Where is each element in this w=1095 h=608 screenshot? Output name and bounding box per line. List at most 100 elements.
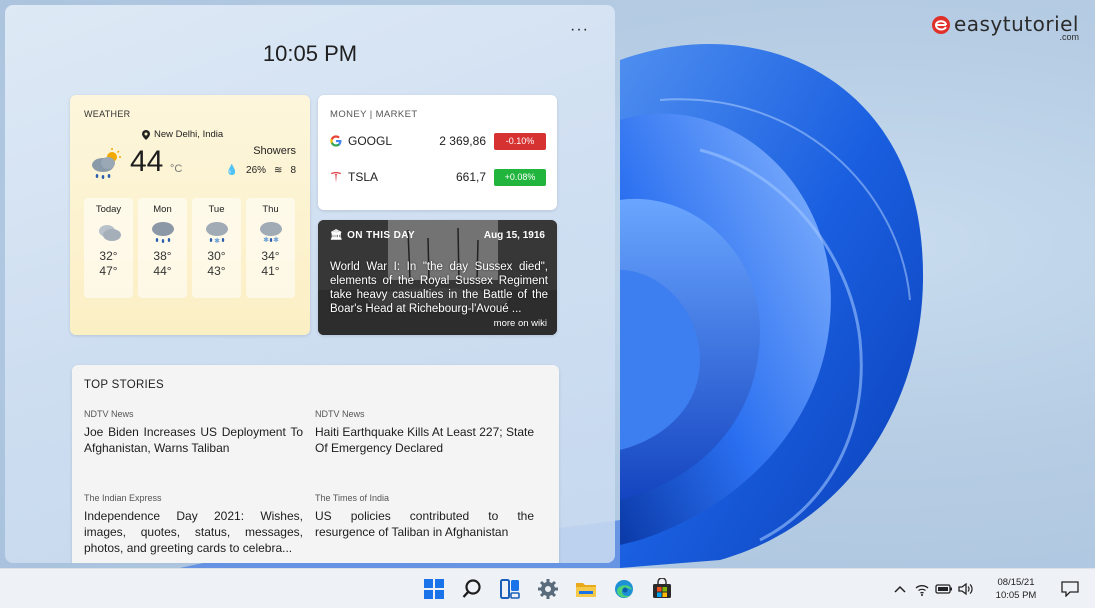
taskbar-apps <box>419 574 677 604</box>
volume-icon[interactable] <box>955 578 977 600</box>
sun-cloud-rain-icon <box>92 148 121 179</box>
weather-stats: 💧 26% ≋ 8 <box>226 165 296 176</box>
search-button[interactable] <box>457 574 487 604</box>
top-stories-title: TOP STORIES <box>84 379 164 391</box>
store-button[interactable] <box>647 574 677 604</box>
forecast-day[interactable]: Mon 38° 44° <box>138 198 187 298</box>
edge-button[interactable] <box>609 574 639 604</box>
stock-symbol: TSLA <box>348 170 379 184</box>
widgets-panel: 10:05 PM ··· WEATHER New Delhi, India 44… <box>5 5 615 563</box>
cloudy-icon <box>98 225 121 241</box>
forecast-high: 32° <box>99 249 118 263</box>
story-source: The Times of India <box>315 493 390 503</box>
location-label: New Delhi, India <box>154 129 224 140</box>
weather-widget[interactable]: WEATHER New Delhi, India 44 °C Showers 💧… <box>70 95 310 335</box>
story-source: NDTV News <box>315 409 365 419</box>
weather-condition: Showers <box>253 145 296 157</box>
taskbar: 08/15/21 10:05 PM <box>0 568 1095 608</box>
clock-time: 10:05 PM <box>995 590 1037 601</box>
story-item[interactable]: NDTV News Haiti Earthquake Kills At Leas… <box>315 409 534 456</box>
weather-title: WEATHER <box>84 109 131 119</box>
sleet-icon: ✱ <box>205 222 228 244</box>
story-headline[interactable]: US policies contributed to the resurgenc… <box>315 508 534 540</box>
forecast-low: 41° <box>261 264 280 278</box>
story-headline[interactable]: Haiti Earthquake Kills At Least 227; Sta… <box>315 424 534 456</box>
forecast-low: 47° <box>99 264 118 278</box>
forecast-high: 34° <box>261 249 280 263</box>
story-item[interactable]: The Times of India US policies contribut… <box>315 493 534 540</box>
weather-location[interactable]: New Delhi, India <box>142 129 223 140</box>
site-watermark: easytutoriel .com <box>930 12 1079 42</box>
svg-text:✱: ✱ <box>273 236 279 244</box>
forecast-day[interactable]: Thu ✱ ✱ 34° 41° <box>246 198 295 298</box>
stock-price: 661,7 <box>455 170 486 184</box>
stock-symbol: GOOGL <box>348 134 393 148</box>
file-explorer-button[interactable] <box>571 574 601 604</box>
story-headline[interactable]: Joe Biden Increases US Deployment To Afg… <box>84 424 303 456</box>
stock-change-badge: +0.08% <box>494 168 546 186</box>
forecast-day-name: Thu <box>262 204 279 215</box>
humidity-value: 26% <box>246 165 267 176</box>
wind-value: 8 <box>290 165 296 176</box>
more-on-wiki-link[interactable]: more on wiki <box>494 318 547 329</box>
humidity-icon: 💧 <box>225 165 239 176</box>
current-temperature: 44 <box>130 145 164 178</box>
story-item[interactable]: NDTV News Joe Biden Increases US Deploym… <box>84 409 303 456</box>
chevron-up-icon[interactable] <box>889 578 911 600</box>
story-source: NDTV News <box>84 409 134 419</box>
watermark-domain: .com <box>1059 32 1079 42</box>
on-this-day-title: ON THIS DAY <box>347 230 416 241</box>
story-item[interactable]: The Indian Express Independence Day 2021… <box>84 493 303 556</box>
forecast-day[interactable]: Today 32° 47° <box>84 198 133 298</box>
forecast-low: 43° <box>207 264 226 278</box>
rain-icon <box>151 222 174 243</box>
easytutoriel-logo-icon <box>931 16 950 34</box>
file-explorer-icon <box>576 583 596 597</box>
story-headline[interactable]: Independence Day 2021: Wishes, images, q… <box>84 508 303 556</box>
battery-icon[interactable] <box>933 578 955 600</box>
forecast-day[interactable]: Tue ✱ 30° 43° <box>192 198 241 298</box>
stock-price: 2 369,86 <box>439 134 486 148</box>
more-options-icon[interactable]: ··· <box>570 21 589 39</box>
start-icon <box>424 579 444 599</box>
forecast-day-name: Mon <box>153 204 172 215</box>
on-this-day-widget[interactable]: 🏛 ON THIS DAY Aug 15, 1916 World War I: … <box>318 220 557 335</box>
location-pin-icon <box>142 129 150 140</box>
on-this-day-date: Aug 15, 1916 <box>483 230 545 241</box>
edge-icon <box>615 580 633 598</box>
tesla-icon <box>331 172 341 183</box>
google-icon <box>330 135 342 147</box>
forecast-day-name: Today <box>95 204 122 215</box>
stock-row[interactable]: GOOGL 2 369,86 -0.10% <box>330 131 546 151</box>
svg-text:✱: ✱ <box>263 236 269 244</box>
story-source: The Indian Express <box>84 493 162 503</box>
stock-change-badge: -0.10% <box>494 132 546 150</box>
forecast-high: 38° <box>153 249 172 263</box>
widgets-button[interactable] <box>495 574 525 604</box>
clock-date: 08/15/21 <box>997 577 1035 588</box>
on-this-day-header: 🏛 ON THIS DAY <box>330 230 415 241</box>
forecast-day-name: Tue <box>208 204 225 215</box>
start-button[interactable] <box>419 574 449 604</box>
panel-clock: 10:05 PM <box>262 41 358 66</box>
on-this-day-text: World War I: In "the day Sussex died", e… <box>330 261 548 315</box>
system-tray: 08/15/21 10:05 PM <box>889 569 1095 608</box>
forecast-high: 30° <box>207 249 226 263</box>
stock-row[interactable]: TSLA 661,7 +0.08% <box>330 167 546 187</box>
settings-button[interactable] <box>533 574 563 604</box>
widgets-icon <box>500 579 520 599</box>
money-widget[interactable]: MONEY | MARKET GOOGL 2 369,86 -0.10% TSL… <box>318 95 557 210</box>
wind-icon: ≋ <box>274 165 283 176</box>
top-stories-widget: TOP STORIES NDTV News Joe Biden Increase… <box>72 365 559 563</box>
search-icon <box>462 579 481 598</box>
notification-icon[interactable] <box>1055 578 1085 600</box>
forecast-row: Today 32° 47° Mon 38° 44° Tue ✱ 30° 43° … <box>84 198 295 298</box>
snow-rain-icon: ✱ ✱ <box>259 222 282 244</box>
money-title: MONEY | MARKET <box>330 109 418 120</box>
store-icon <box>653 578 671 598</box>
taskbar-clock[interactable]: 08/15/21 10:05 PM <box>983 576 1049 602</box>
temperature-unit: °C <box>170 163 183 175</box>
network-icon[interactable] <box>911 578 933 600</box>
forecast-low: 44° <box>153 264 172 278</box>
bank-icon: 🏛 <box>330 230 344 241</box>
